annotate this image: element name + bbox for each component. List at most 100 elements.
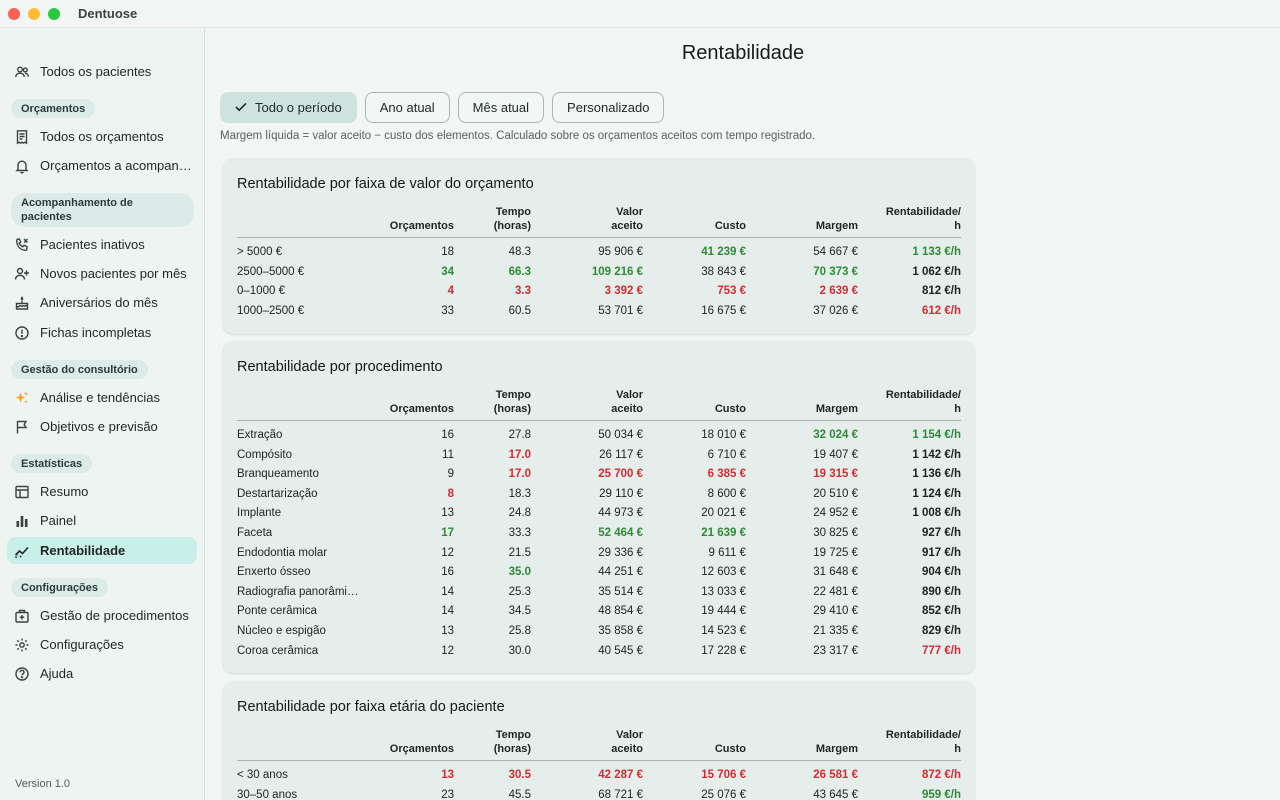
- sidebar-item-incomplete-records[interactable]: Fichas incompletas: [7, 319, 197, 346]
- sidebar-item-help[interactable]: Ajuda: [7, 660, 197, 687]
- cell-margin: 19 407 €: [813, 448, 858, 461]
- cell-cost: 18 010 €: [701, 429, 746, 441]
- cell-profitability-per-hour: 812 €/h: [922, 285, 961, 298]
- cell-profitability-per-hour: 1 136 €/h: [912, 468, 961, 481]
- column-header-profitability-per-hour[interactable]: Rentabilidade/ h: [866, 728, 961, 756]
- sidebar-item-profitability[interactable]: Rentabilidade: [7, 537, 197, 564]
- table-row: Enxerto ósseo 16 35.0 44 251 € 12 603 € 31 64…: [237, 563, 961, 583]
- close-window-button[interactable]: [8, 7, 20, 20]
- cell-accepted-value: 50 034 €: [598, 429, 643, 441]
- sidebar-item-analysis-trends[interactable]: Análise e tendências: [7, 384, 197, 411]
- sidebar-item-label: Ajuda: [40, 666, 74, 681]
- column-header-accepted-value[interactable]: Valor aceito: [563, 728, 643, 756]
- column-header-margin[interactable]: Margem: [768, 219, 858, 233]
- card-title: Rentabilidade por faixa etária do pacien…: [237, 699, 505, 715]
- cell-profitability-per-hour: 1 062 €/h: [912, 265, 961, 278]
- cell-quotes-count: 16: [441, 429, 454, 441]
- cell-time-hours: 30.5: [508, 769, 531, 781]
- main-content: Rentabilidade Todo o período Ano atual M…: [206, 28, 1280, 800]
- cell-profitability-per-hour: 959 €/h: [922, 788, 961, 800]
- cell-accepted-value: 42 287 €: [598, 769, 643, 781]
- table-icon: [13, 483, 31, 501]
- sidebar-item-procedure-management[interactable]: Gestão de procedimentos: [7, 602, 197, 629]
- cell-cost: 8 600 €: [707, 487, 746, 500]
- cell-cost: 41 239 €: [701, 246, 746, 258]
- cell-accepted-value: 29 336 €: [598, 546, 643, 559]
- receipt-icon: [13, 128, 31, 146]
- column-header-accepted-value[interactable]: Valor aceito: [563, 205, 643, 233]
- column-header-time-hours[interactable]: Tempo (horas): [461, 728, 531, 756]
- column-header-profitability-per-hour[interactable]: Rentabilidade/ h: [866, 388, 961, 416]
- cell-accepted-value: 26 117 €: [599, 448, 643, 461]
- cell-cost: 17 228 €: [701, 644, 746, 657]
- cell-margin: 2 639 €: [819, 285, 858, 298]
- sidebar-item-label: Objetivos e previsão: [40, 419, 158, 434]
- sidebar-item-settings[interactable]: Configurações: [7, 631, 197, 658]
- cell-margin: 43 645 €: [813, 788, 858, 800]
- card-title: Rentabilidade por faixa de valor do orça…: [237, 176, 534, 192]
- profitability-by-age-card: Rentabilidade por faixa etária do pacien…: [223, 681, 975, 800]
- table-row: Coroa cerâmica 12 30.0 40 545 € 17 228 € 23 3…: [237, 642, 961, 662]
- column-header-cost[interactable]: Custo: [666, 742, 746, 756]
- title-bar: Dentuose: [0, 0, 1280, 28]
- column-header-profitability-per-hour[interactable]: Rentabilidade/ h: [866, 205, 961, 233]
- cell-margin: 24 952 €: [813, 507, 858, 520]
- cell-accepted-value: 95 906 €: [598, 246, 643, 258]
- sidebar-item-label: Todos os orçamentos: [40, 129, 164, 144]
- trend-icon: [13, 542, 31, 560]
- cell-row-label: Ponte cerâmica: [237, 605, 317, 618]
- cell-row-label: Enxerto ósseo: [237, 566, 311, 579]
- cell-time-hours: 27.8: [508, 429, 531, 441]
- cell-margin: 37 026 €: [813, 304, 858, 317]
- sidebar-item-dashboard[interactable]: Painel: [7, 507, 197, 534]
- cell-accepted-value: 29 110 €: [599, 487, 643, 500]
- cell-row-label: Núcleo e espigão: [237, 624, 326, 637]
- table-row: 2500–5000 € 34 66.3 109 216 € 38 843 € 70 373…: [237, 263, 961, 283]
- filter-current-month-button[interactable]: Mês atual: [457, 92, 545, 123]
- cell-profitability-per-hour: 904 €/h: [922, 566, 961, 579]
- column-header-time-hours[interactable]: Tempo (horas): [461, 388, 531, 416]
- cell-time-hours: 45.5: [508, 788, 531, 800]
- zoom-window-button[interactable]: [48, 7, 60, 20]
- cell-cost: 14 523 €: [701, 624, 746, 637]
- gear-icon: [13, 636, 31, 654]
- filter-current-year-button[interactable]: Ano atual: [364, 92, 450, 123]
- sidebar-item-label: Rentabilidade: [40, 543, 126, 558]
- help-icon: [13, 665, 31, 683]
- column-header-cost[interactable]: Custo: [666, 219, 746, 233]
- column-header-quotes-count[interactable]: Orçamentos: [354, 402, 454, 416]
- sidebar-item-goals-forecast[interactable]: Objetivos e previsão: [7, 413, 197, 440]
- cell-accepted-value: 109 216 €: [591, 265, 643, 278]
- sidebar-item-all-patients[interactable]: Todos os pacientes: [7, 58, 197, 85]
- column-header-margin[interactable]: Margem: [768, 402, 858, 416]
- people-icon: [13, 63, 31, 81]
- sidebar-item-new-patients[interactable]: Novos pacientes por mês: [7, 260, 197, 287]
- column-header-quotes-count[interactable]: Orçamentos: [354, 219, 454, 233]
- sidebar-item-birthdays[interactable]: Aniversários do mês: [7, 289, 197, 316]
- sidebar-item-quotes-follow-up[interactable]: Orçamentos a acompanh…: [7, 152, 197, 179]
- sidebar-item-label: Aniversários do mês: [40, 295, 158, 310]
- cell-row-label: Faceta: [237, 526, 273, 539]
- column-header-margin[interactable]: Margem: [768, 742, 858, 756]
- filter-custom-button[interactable]: Personalizado: [552, 92, 665, 123]
- sidebar-item-all-quotes[interactable]: Todos os orçamentos: [7, 123, 197, 150]
- column-header-time-hours[interactable]: Tempo (horas): [461, 205, 531, 233]
- filter-all-period-button[interactable]: Todo o período: [220, 92, 357, 123]
- sidebar-item-inactive-patients[interactable]: Pacientes inativos: [7, 231, 197, 258]
- sidebar-item-label: Análise e tendências: [40, 390, 160, 405]
- cell-row-label: Coroa cerâmica: [237, 644, 319, 657]
- minimize-window-button[interactable]: [28, 7, 40, 20]
- sidebar-item-summary[interactable]: Resumo: [7, 478, 197, 505]
- column-header-accepted-value[interactable]: Valor aceito: [563, 388, 643, 416]
- cell-cost: 16 675 €: [701, 304, 746, 317]
- cell-quotes-count: 13: [441, 507, 454, 520]
- table-row: Radiografia panorâmi… 14 25.3 35 514 € 13 03…: [237, 583, 961, 603]
- phone-icon: [13, 236, 31, 254]
- cell-cost: 21 639 €: [701, 526, 746, 539]
- profitability-by-procedure-card: Rentabilidade por procedimento Orçamento…: [223, 341, 975, 673]
- table-row: Endodontia molar 12 21.5 29 336 € 9 611 € 19 …: [237, 544, 961, 564]
- sidebar: Todos os pacientes Orçamentos Todos os o…: [0, 28, 205, 800]
- cell-margin: 23 317 €: [813, 644, 858, 657]
- column-header-quotes-count[interactable]: Orçamentos: [354, 742, 454, 756]
- column-header-cost[interactable]: Custo: [666, 402, 746, 416]
